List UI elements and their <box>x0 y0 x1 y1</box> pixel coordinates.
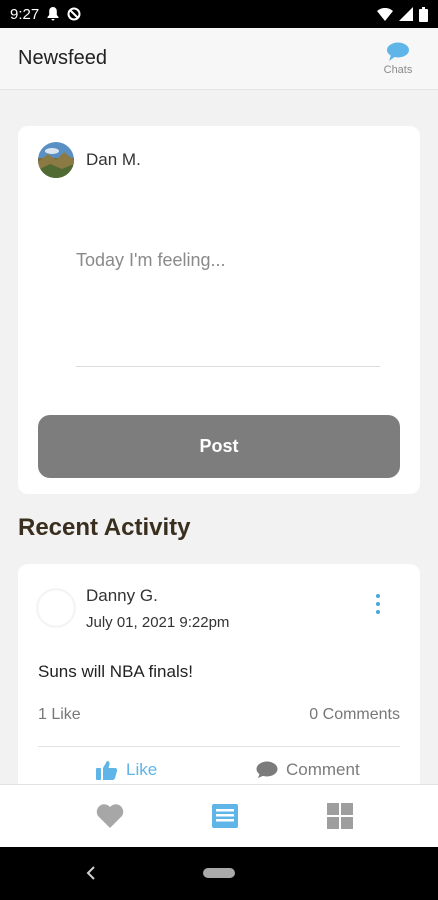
compose-card: Dan M. Today I'm feeling... Post <box>18 126 420 494</box>
newsfeed-content[interactable]: Dan M. Today I'm feeling... Post Recent … <box>0 90 438 784</box>
recent-activity-title: Recent Activity <box>18 514 191 541</box>
comment-bubble-icon <box>256 761 278 778</box>
chat-bubble-icon <box>387 42 409 61</box>
tab-apps[interactable] <box>324 800 356 832</box>
like-count: 1 Like <box>38 706 81 723</box>
tab-favorites[interactable] <box>94 800 126 832</box>
post-button[interactable]: Post <box>38 415 400 478</box>
divider <box>38 746 400 747</box>
avatar <box>38 142 74 178</box>
post-timestamp: July 01, 2021 9:22pm <box>86 614 230 631</box>
thumbs-up-icon <box>96 761 118 780</box>
signal-icon <box>399 7 413 21</box>
compose-user-name: Dan M. <box>86 150 141 169</box>
heart-icon <box>96 804 124 828</box>
post-text: Suns will NBA finals! <box>38 662 193 681</box>
newsfeed-icon <box>212 804 238 828</box>
comment-label: Comment <box>286 760 360 779</box>
home-pill[interactable] <box>203 868 235 878</box>
status-input[interactable]: Today I'm feeling... <box>76 250 382 280</box>
back-icon[interactable] <box>84 863 98 883</box>
tab-newsfeed[interactable] <box>209 800 241 832</box>
post-avatar[interactable] <box>38 590 74 626</box>
like-button[interactable]: Like <box>96 760 157 780</box>
system-nav-bar <box>0 847 438 900</box>
grid-icon <box>327 803 353 829</box>
comment-count: 0 Comments <box>309 706 400 723</box>
input-underline <box>76 366 380 367</box>
notification-bell-icon <box>47 7 59 21</box>
like-label: Like <box>126 760 158 779</box>
post-card: Danny G. July 01, 2021 9:22pm Suns will … <box>18 564 420 784</box>
wifi-icon <box>377 7 393 21</box>
data-saver-icon <box>67 7 81 21</box>
chats-label: Chats <box>383 63 413 76</box>
more-options-icon[interactable] <box>370 592 386 616</box>
page-title: Newsfeed <box>18 47 107 69</box>
comment-button[interactable]: Comment <box>256 760 360 780</box>
battery-icon <box>419 6 428 22</box>
chats-button[interactable]: Chats <box>376 42 420 76</box>
compose-user: Dan M. <box>38 142 141 178</box>
app-header: Newsfeed Chats <box>0 28 438 90</box>
post-author[interactable]: Danny G. <box>86 586 158 606</box>
status-time: 9:27 <box>10 5 40 23</box>
status-bar: 9:27 <box>0 0 438 28</box>
bottom-tab-bar <box>0 784 438 847</box>
